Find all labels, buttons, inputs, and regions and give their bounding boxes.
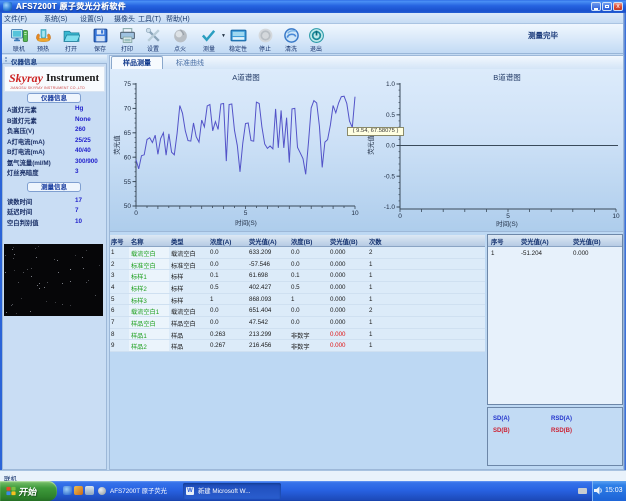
svg-text:时间(S): 时间(S)	[235, 218, 257, 227]
svg-text:75: 75	[124, 81, 132, 88]
svg-text:55: 55	[124, 179, 132, 186]
svg-text:-1.0: -1.0	[384, 204, 396, 211]
svg-text:1.0: 1.0	[386, 81, 395, 88]
svg-text:B道谱图: B道谱图	[493, 72, 521, 82]
svg-text:0.5: 0.5	[386, 112, 395, 119]
svg-text:60: 60	[124, 154, 132, 161]
svg-text:-0.5: -0.5	[384, 174, 396, 181]
svg-text:70: 70	[124, 106, 132, 113]
svg-text:65: 65	[124, 130, 132, 137]
svg-text:荧光值: 荧光值	[112, 135, 121, 155]
svg-text:A道谱图: A道谱图	[232, 72, 260, 82]
svg-text:0: 0	[134, 210, 138, 217]
svg-text:10: 10	[612, 213, 620, 220]
svg-text:5: 5	[506, 213, 510, 220]
svg-text:0: 0	[398, 213, 402, 220]
svg-text:10: 10	[351, 210, 359, 217]
svg-text:50: 50	[124, 203, 132, 210]
svg-text:5: 5	[244, 210, 248, 217]
svg-text:时间(S): 时间(S)	[496, 219, 518, 228]
svg-text:荧光值: 荧光值	[366, 135, 375, 155]
svg-text:0.0: 0.0	[386, 143, 395, 150]
